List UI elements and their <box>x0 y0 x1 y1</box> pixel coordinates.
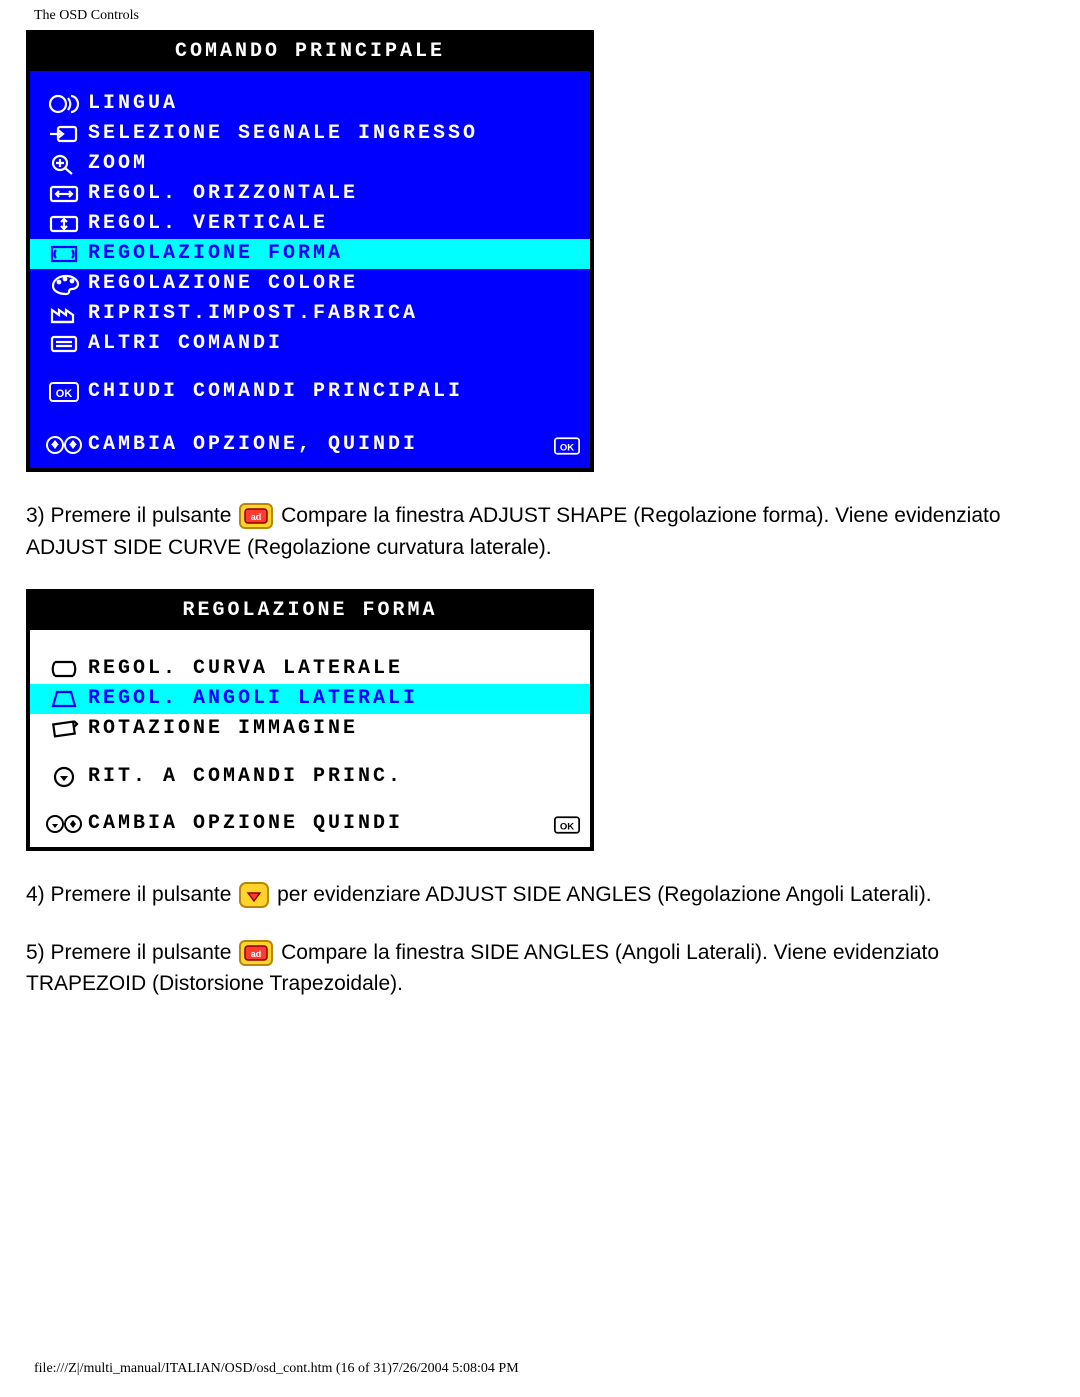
osd-footer-label: CAMBIA OPZIONE, QUINDI <box>88 433 542 456</box>
menu-item-label: ZOOM <box>88 150 580 178</box>
menu-item-side-curve[interactable]: REGOL. CURVA LATERALE <box>30 654 590 684</box>
menu-return[interactable]: RIT. A COMANDI PRINC. <box>30 762 590 792</box>
ok-icon: OK <box>40 382 88 402</box>
svg-text:ad: ad <box>251 949 262 959</box>
svg-text:OK: OK <box>560 821 574 832</box>
color-icon <box>40 272 88 296</box>
menu-item-shape[interactable]: REGOLAZIONE FORMA <box>30 239 590 269</box>
osd-shape-menu: REGOLAZIONE FORMA REGOL. CURVA LATERALE … <box>26 589 594 851</box>
menu-item-extra[interactable]: ALTRI COMANDI <box>30 329 590 359</box>
osd-main-title: COMANDO PRINCIPALE <box>30 34 590 71</box>
menu-item-label: RIPRIST.IMPOST.FABRICA <box>88 300 580 328</box>
menu-item-label: SELEZIONE SEGNALE INGRESSO <box>88 120 580 148</box>
menu-item-label: REGOLAZIONE COLORE <box>88 270 580 298</box>
page-footer-path: file:///Z|/multi_manual/ITALIAN/OSD/osd_… <box>34 1361 519 1377</box>
menu-item-label: ALTRI COMANDI <box>88 330 580 358</box>
menu-item-zoom[interactable]: ZOOM <box>30 149 590 179</box>
osd-shape-title: REGOLAZIONE FORMA <box>30 593 590 630</box>
menu-item-horiz[interactable]: REGOL. ORIZZONTALE <box>30 179 590 209</box>
menu-close-label: CHIUDI COMANDI PRINCIPALI <box>88 378 580 406</box>
menu-item-input[interactable]: SELEZIONE SEGNALE INGRESSO <box>30 119 590 149</box>
svg-text:OK: OK <box>560 442 574 453</box>
ok-button-icon: ad <box>239 940 273 966</box>
menu-item-label: REGOLAZIONE FORMA <box>88 240 580 268</box>
updown-icon <box>40 434 88 456</box>
menu-item-label: REGOL. VERTICALE <box>88 210 580 238</box>
svg-text:OK: OK <box>56 388 73 400</box>
paragraph-step-5: 5) Premere il pulsante ad Compare la fin… <box>26 937 1054 1000</box>
barrel-icon <box>40 657 88 681</box>
shape-icon <box>40 242 88 266</box>
menu-item-lingua[interactable]: LINGUA <box>30 89 590 119</box>
ok-button-icon: ad <box>239 503 273 529</box>
page-header-path: The OSD Controls <box>34 8 139 24</box>
factory-icon <box>40 302 88 326</box>
rotate-icon <box>40 717 88 741</box>
menu-item-vert[interactable]: REGOL. VERTICALE <box>30 209 590 239</box>
vert-icon <box>40 212 88 236</box>
menu-return-label: RIT. A COMANDI PRINC. <box>88 763 580 791</box>
ok-icon: OK <box>554 815 580 833</box>
menu-close[interactable]: OK CHIUDI COMANDI PRINCIPALI <box>30 377 590 407</box>
para5-prefix: 5) Premere il pulsante <box>26 941 237 964</box>
input-icon <box>40 122 88 146</box>
paragraph-step-3: 3) Premere il pulsante ad Compare la fin… <box>26 500 1054 563</box>
menu-item-side-angles[interactable]: REGOL. ANGOLI LATERALI <box>30 684 590 714</box>
language-icon <box>40 92 88 116</box>
menu-item-label: ROTAZIONE IMMAGINE <box>88 715 580 743</box>
osd-footer-label: CAMBIA OPZIONE QUINDI <box>88 812 542 835</box>
osd-shape-footer: CAMBIA OPZIONE QUINDI OK <box>30 806 590 843</box>
menu-item-color[interactable]: REGOLAZIONE COLORE <box>30 269 590 299</box>
trapezoid-icon <box>40 687 88 711</box>
paragraph-step-4: 4) Premere il pulsante per evidenziare A… <box>26 879 1054 911</box>
para4-suffix: per evidenziare ADJUST SIDE ANGLES (Rego… <box>277 883 931 906</box>
menu-item-label: LINGUA <box>88 90 580 118</box>
extra-icon <box>40 332 88 356</box>
menu-item-label: REGOL. CURVA LATERALE <box>88 655 580 683</box>
osd-main-menu: COMANDO PRINCIPALE LINGUA SELEZIONE SEGN… <box>26 30 594 472</box>
menu-item-label: REGOL. ORIZZONTALE <box>88 180 580 208</box>
zoom-icon <box>40 152 88 176</box>
osd-main-footer: CAMBIA OPZIONE, QUINDI OK <box>30 425 590 464</box>
menu-item-label: REGOL. ANGOLI LATERALI <box>88 685 580 713</box>
down-circle-icon <box>40 766 88 788</box>
para3-prefix: 3) Premere il pulsante <box>26 504 237 527</box>
menu-item-rotate[interactable]: ROTAZIONE IMMAGINE <box>30 714 590 744</box>
svg-text:ad: ad <box>251 512 262 522</box>
menu-item-factory[interactable]: RIPRIST.IMPOST.FABRICA <box>30 299 590 329</box>
updown-icon <box>40 813 88 835</box>
down-button-icon <box>239 882 269 908</box>
ok-icon: OK <box>554 436 580 454</box>
horiz-icon <box>40 182 88 206</box>
para4-prefix: 4) Premere il pulsante <box>26 883 237 906</box>
